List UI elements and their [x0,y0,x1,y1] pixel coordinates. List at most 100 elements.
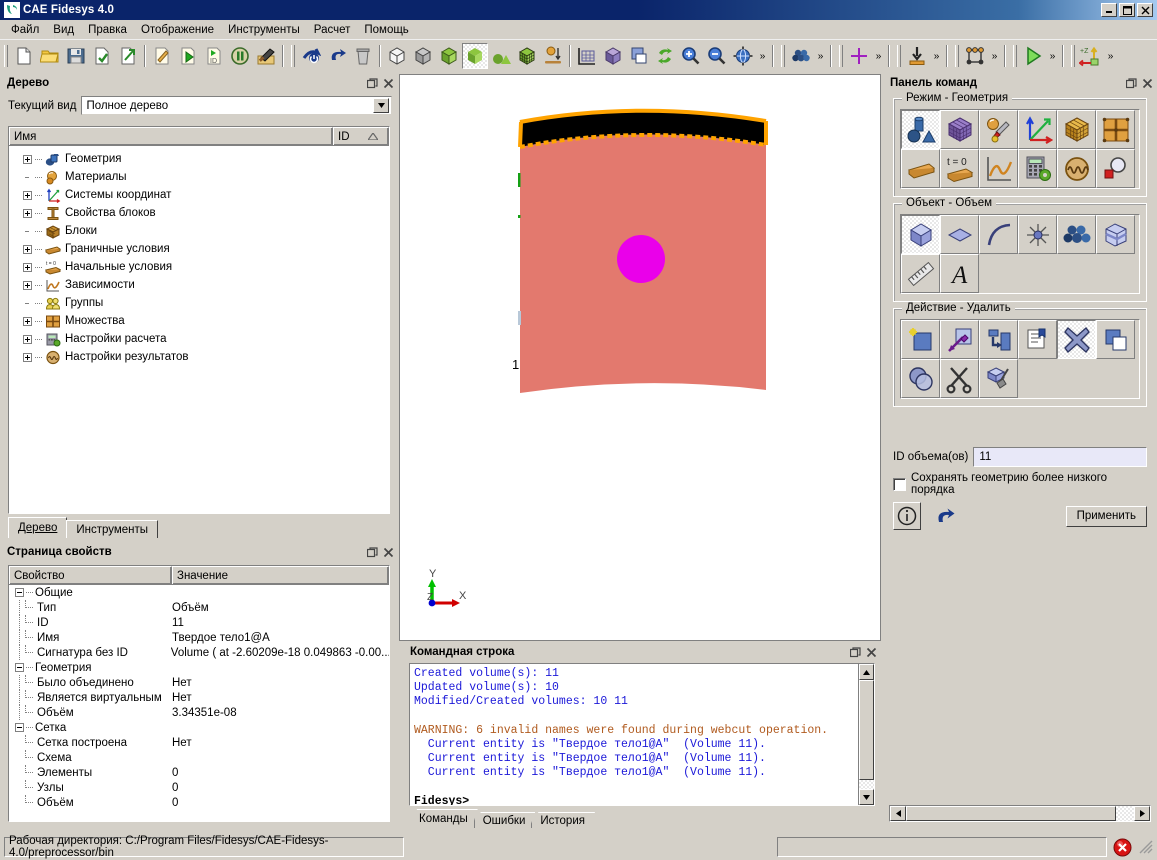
object-text-icon[interactable]: A [940,254,979,293]
tree-node-results-settings[interactable]: Настройки результатов [9,348,389,366]
close-button[interactable] [1137,3,1153,17]
command-panel-close-icon[interactable] [1139,76,1155,90]
delete-trash-icon[interactable] [350,43,376,69]
stop-icon[interactable] [1111,836,1133,858]
scroll-left-icon[interactable] [890,806,906,821]
toolbar-overflow-chevron-icon[interactable]: » [930,43,943,69]
keep-lower-order-row[interactable]: Сохранять геометрию более низкого порядк… [893,472,1147,496]
scroll-thumb[interactable] [859,680,874,780]
expander-icon[interactable] [23,334,32,344]
scroll-track[interactable] [1116,806,1134,821]
hidden-line-cube-icon[interactable] [410,43,436,69]
scroll-up-icon[interactable] [859,664,874,680]
run-solver-icon[interactable] [1020,43,1046,69]
scroll-down-icon[interactable] [859,789,874,805]
mode-blocks-icon[interactable] [1057,110,1096,149]
menu-edit[interactable]: Правка [81,22,134,38]
export-journal-icon[interactable] [115,43,141,69]
property-row[interactable]: Схема [9,750,389,765]
property-row[interactable]: ID 11 [9,615,389,630]
toolbar-grip[interactable] [2,44,9,68]
toolbar-grip[interactable] [1011,44,1018,68]
primitives-icon[interactable] [488,43,514,69]
tree-column-id[interactable]: ID [333,127,389,145]
properties-panel-float-icon[interactable] [364,545,380,559]
zoom-out-icon[interactable] [704,43,730,69]
reset-power-icon[interactable] [298,43,324,69]
expander-icon[interactable] [23,190,32,200]
console-vertical-scrollbar[interactable] [858,664,874,805]
object-group-icon[interactable] [1057,215,1096,254]
tab-history[interactable]: История [532,812,595,828]
wireframe-cube-icon[interactable] [384,43,410,69]
properties-panel-close-icon[interactable] [380,545,396,559]
resize-grip[interactable] [1139,840,1153,854]
expander-icon[interactable] [23,262,32,272]
toolbar-grip[interactable] [289,44,296,68]
open-folder-icon[interactable] [37,43,63,69]
journal-id-icon[interactable]: ID [201,43,227,69]
gravity-icon[interactable] [540,43,566,69]
import-journal-icon[interactable] [89,43,115,69]
object-vertex-icon[interactable] [1018,215,1057,254]
properties-table[interactable]: Свойство Значение Общие Тип Объём ID 11 … [8,565,390,822]
object-surface-icon[interactable] [940,215,979,254]
fit-globe-icon[interactable] [730,43,756,69]
tree-node-coordinate-systems[interactable]: Системы координат [9,186,389,204]
toolbar-overflow-chevron-icon[interactable]: » [1046,43,1059,69]
object-volume-icon[interactable] [901,215,940,254]
expander-icon[interactable] [23,244,32,254]
action-copy-icon[interactable] [1096,320,1135,359]
mode-calculation-settings-icon[interactable] [1018,149,1057,188]
scroll-right-icon[interactable] [1134,806,1150,821]
select-volumes-icon[interactable] [788,43,814,69]
edit-journal-icon[interactable] [149,43,175,69]
tab-errors[interactable]: Ошибки [475,812,536,828]
property-group-row[interactable]: Общие [9,585,389,600]
toolbar-grip[interactable] [953,44,960,68]
refresh-icon[interactable] [652,43,678,69]
menu-file[interactable]: Файл [4,22,46,38]
tree-panel-float-icon[interactable] [364,76,380,90]
window-titlebar[interactable]: CAE Fidesys 4.0 [0,0,1157,20]
tree-node-blocks[interactable]: Блоки [9,222,389,240]
property-row[interactable]: Объём 0 [9,795,389,810]
property-row[interactable]: Узлы 0 [9,780,389,795]
tree-view[interactable]: Имя ID Геометрия Материалы Системы коорд… [8,126,390,514]
keep-lower-order-checkbox[interactable] [893,477,906,491]
tree-column-name[interactable]: Имя [9,127,333,145]
pause-icon[interactable] [227,43,253,69]
tree-node-block-properties[interactable]: Свойства блоков [9,204,389,222]
action-webcut-icon[interactable] [940,359,979,398]
mesh-cube-icon[interactable] [514,43,540,69]
tree-node-materials[interactable]: Материалы [9,168,389,186]
action-delete-icon[interactable] [1057,320,1096,359]
surface-down-icon[interactable] [904,43,930,69]
toolbar-overflow-chevron-icon[interactable]: » [814,43,827,69]
property-row[interactable]: Сигнатура без ID Volume ( at -2.60209e-1… [9,645,389,660]
expander-icon[interactable] [23,154,32,164]
volume-id-input[interactable]: 11 [973,447,1147,467]
scroll-thumb[interactable] [906,806,1116,821]
tree-node-groups[interactable]: Группы [9,294,389,312]
expander-icon[interactable] [23,316,32,326]
transparency-cube-icon[interactable] [600,43,626,69]
3d-viewport[interactable]: 1 Y X Z [399,74,881,641]
object-body-icon[interactable] [1096,215,1135,254]
mode-geometry-icon[interactable] [901,110,940,149]
property-group-row[interactable]: Сетка [9,720,389,735]
property-row[interactable]: Было объединено Нет [9,675,389,690]
undo-icon[interactable] [931,502,959,530]
properties-column-value[interactable]: Значение [172,566,389,584]
property-row[interactable]: Тип Объём [9,600,389,615]
info-icon[interactable] [893,502,921,530]
console-panel-close-icon[interactable] [863,645,879,659]
property-row[interactable]: Элементы 0 [9,765,389,780]
menu-tools[interactable]: Инструменты [221,22,307,38]
action-create-icon[interactable] [901,320,940,359]
expander-icon[interactable] [23,352,32,362]
collapse-icon[interactable] [15,723,24,732]
toolbar-overflow-chevron-icon[interactable]: » [872,43,885,69]
property-row[interactable]: Объём 3.34351e-08 [9,705,389,720]
mode-results-settings-icon[interactable] [1057,149,1096,188]
